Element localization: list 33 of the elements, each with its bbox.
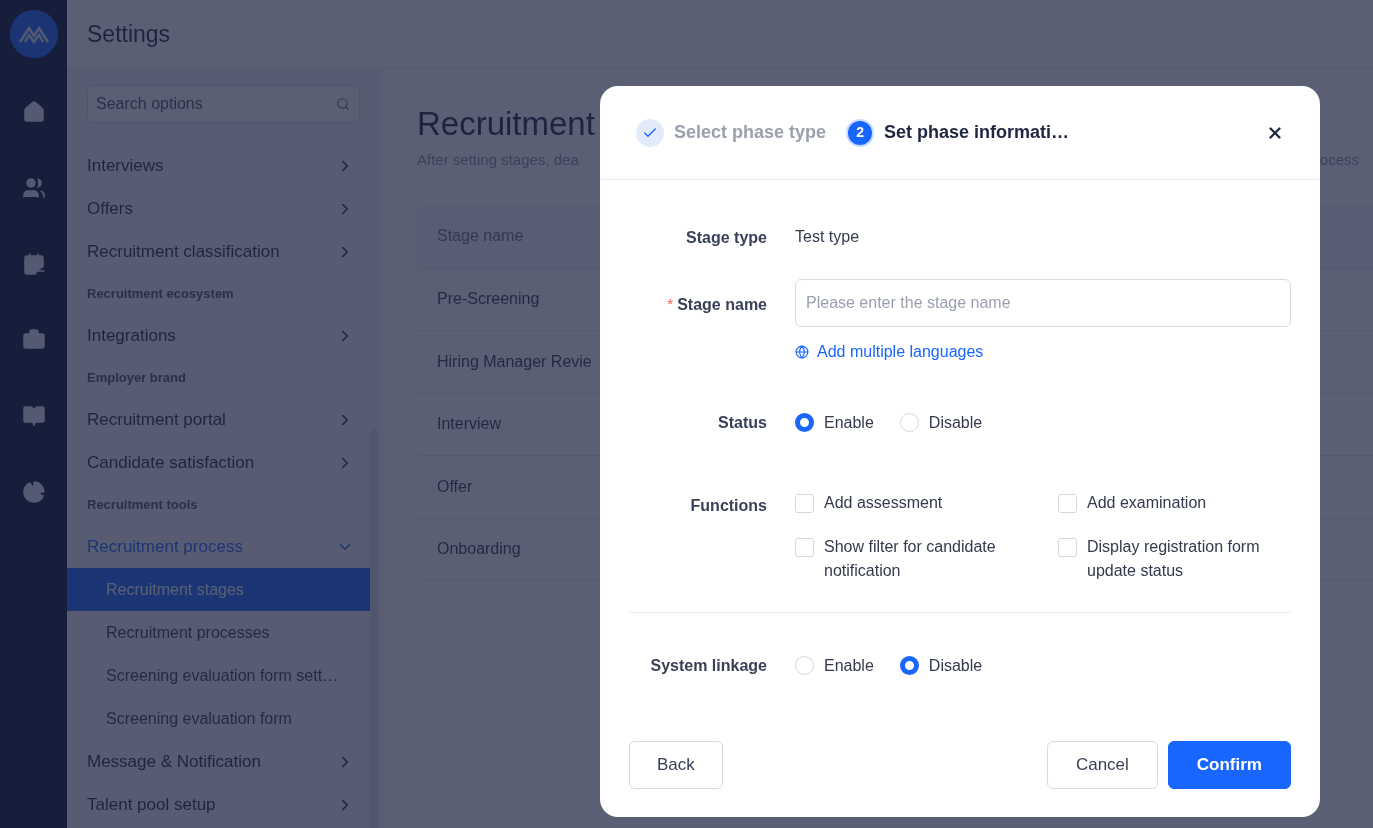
globe-icon: [795, 345, 809, 359]
checkbox[interactable]: [1058, 494, 1077, 513]
field-label: System linkage: [650, 656, 767, 676]
radio-button[interactable]: [795, 413, 814, 432]
field-label: Stage type: [686, 228, 767, 248]
radio-label: Enable: [824, 412, 874, 433]
checkbox-label: Add examination: [1087, 493, 1207, 513]
confirm-button[interactable]: Confirm: [1167, 741, 1291, 789]
header-title: Settings: [87, 19, 171, 49]
radio-label: Enable: [824, 655, 874, 676]
radio-label: Disable: [928, 412, 983, 433]
cancel-button[interactable]: Cancel: [1046, 741, 1158, 789]
back-button[interactable]: Back: [629, 741, 723, 789]
checkbox[interactable]: [795, 494, 814, 513]
step-number: 2: [846, 118, 875, 147]
check-icon: [636, 118, 664, 147]
field-value: Test type: [795, 227, 860, 247]
checkbox-label: Show filter for candidate notification: [824, 537, 997, 581]
checkbox-label: Add assessment: [824, 493, 943, 513]
field-label: Stage name: [677, 295, 767, 315]
field-label: Functions: [690, 496, 767, 516]
step-title: Set phase informati…: [884, 121, 1070, 144]
radio-label: Disable: [928, 655, 983, 676]
stage-name-input[interactable]: Please enter the stage name: [795, 279, 1291, 327]
field-label: Status: [718, 413, 767, 433]
required-asterisk: *: [667, 294, 674, 314]
checkbox[interactable]: [795, 538, 814, 557]
add-languages-link[interactable]: Add multiple languages: [795, 340, 984, 364]
checkbox-label: Display registration form update status: [1087, 537, 1261, 581]
checkbox[interactable]: [1058, 538, 1077, 557]
page-title: Recruitment: [417, 104, 595, 144]
radio-button[interactable]: [899, 656, 919, 675]
step-title: Select phase type: [674, 121, 827, 144]
